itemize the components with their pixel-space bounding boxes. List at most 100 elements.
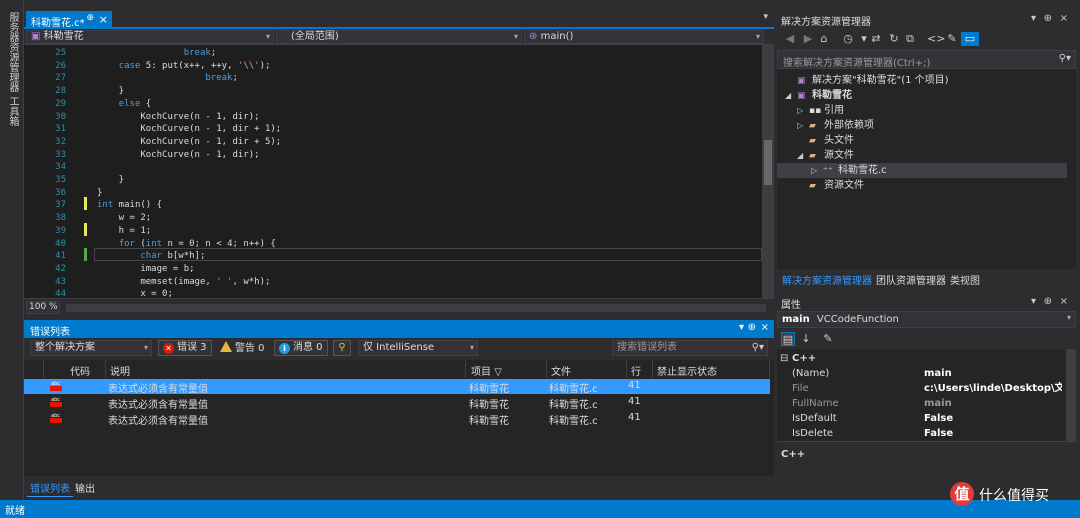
document-tab[interactable]: 科勒雪花.c* ⊕ × — [26, 11, 112, 29]
tree-node-source-files[interactable]: ◢ ▰ 源文件 — [797, 148, 854, 163]
property-row[interactable]: IsDefault False — [777, 411, 1067, 426]
column-header-file[interactable]: 文件 — [547, 360, 627, 378]
error-row[interactable]: abc 表达式必须含有常量值 科勒雪花 科勒雪花.c 41 — [24, 379, 770, 395]
search-icon[interactable]: ⚲▾ — [752, 341, 764, 355]
dropdown-icon[interactable]: ▾ — [739, 322, 744, 333]
collapsed-arrow-icon[interactable]: ▷ — [811, 163, 823, 178]
messages-filter-button[interactable]: i 消息 0 — [274, 340, 328, 356]
property-value[interactable]: False — [924, 426, 1062, 441]
solution-explorer-search[interactable]: 搜索解决方案资源管理器(Ctrl+;) ⚲▾ — [777, 50, 1076, 69]
error-search-input[interactable]: 搜索错误列表 ⚲▾ — [612, 340, 768, 356]
tree-node-references[interactable]: ▷ ▪▪ 引用 — [797, 103, 844, 118]
property-value[interactable]: c:\Users\linde\Desktop\文件 — [924, 381, 1062, 396]
code-line[interactable]: memset(image, ' ', w*h); — [97, 276, 270, 289]
tree-node-source-file[interactable]: ▷ ⁺⁺ 科勒雪花.c — [777, 163, 1067, 178]
collapse-all-icon[interactable]: ⧉ — [903, 32, 917, 46]
wrench-icon[interactable]: ✎ — [945, 32, 959, 46]
search-icon[interactable]: ⚲▾ — [1059, 53, 1071, 64]
property-row[interactable]: (Name) main — [777, 366, 1067, 381]
property-value[interactable]: False — [924, 411, 1062, 426]
tree-node-resource-files[interactable]: ▰ 资源文件 — [797, 178, 864, 193]
error-row[interactable]: abc 表达式必须含有常量值 科勒雪花 科勒雪花.c 41 — [24, 395, 770, 411]
pin-icon[interactable]: ⊕ — [748, 322, 756, 333]
collapse-icon[interactable]: ⊟ — [780, 351, 788, 366]
code-line[interactable]: break; — [97, 47, 217, 60]
scrollbar-thumb[interactable] — [764, 140, 772, 185]
build-source-dropdown[interactable]: 仅 IntelliSense ▾ — [358, 340, 478, 356]
close-icon[interactable]: × — [1060, 13, 1068, 24]
code-line[interactable]: case 5: put(x++, ++y, '\\'); — [97, 60, 271, 73]
sync-icon[interactable]: ⇄ — [869, 32, 883, 46]
back-icon[interactable]: ◀ — [783, 32, 797, 46]
code-line[interactable]: } — [97, 85, 124, 98]
code-line[interactable]: h = 1; — [97, 225, 152, 238]
errors-filter-button[interactable]: ✕ 错误 3 — [158, 340, 212, 356]
code-line[interactable]: KochCurve(n - 1, dir); — [97, 149, 259, 162]
refresh-icon[interactable]: ↻ — [887, 32, 901, 46]
zoom-level-dropdown[interactable]: 100 % — [26, 301, 60, 314]
toolbox-tab[interactable]: 工具箱 — [5, 96, 20, 126]
dropdown-icon[interactable]: ▾ — [1031, 13, 1036, 24]
collapsed-arrow-icon[interactable]: ▷ — [797, 118, 809, 133]
pin-icon[interactable]: ⊕ — [1044, 296, 1052, 307]
editor-vertical-scrollbar[interactable] — [762, 45, 774, 298]
properties-object-selector[interactable]: main VCCodeFunction ▾ — [777, 311, 1076, 328]
scope-filter-dropdown[interactable]: 整个解决方案 ▾ — [30, 340, 152, 356]
property-pages-icon[interactable]: ✎ — [821, 332, 835, 346]
code-line[interactable]: } — [97, 174, 124, 187]
properties-scrollbar[interactable] — [1066, 349, 1076, 441]
tab-output[interactable]: 输出 — [72, 479, 98, 496]
alphabetical-icon[interactable]: ↓ — [799, 332, 813, 346]
pin-icon[interactable]: ⊕ — [1044, 13, 1052, 24]
preview-icon[interactable]: ▭ — [961, 32, 979, 46]
property-category[interactable]: ⊟ C++ — [777, 351, 1067, 366]
property-value[interactable]: main — [924, 396, 1062, 411]
project-dropdown[interactable]: ▣ 科勒雪花 ▾ — [26, 30, 274, 44]
close-icon[interactable]: × — [99, 13, 108, 26]
dropdown-icon[interactable]: ▾ — [1031, 296, 1036, 307]
property-value[interactable]: main — [924, 366, 1062, 381]
tab-class-view[interactable]: 类视图 — [947, 271, 983, 288]
home-icon[interactable]: ⌂ — [817, 32, 831, 46]
pin-icon[interactable]: ⊕ — [86, 13, 94, 23]
close-icon[interactable]: × — [761, 322, 769, 333]
close-icon[interactable]: × — [1060, 296, 1068, 307]
code-line[interactable]: x = 0; — [97, 288, 173, 298]
tree-node-project[interactable]: ◢ ▣ 科勒雪花 — [785, 88, 852, 103]
expanded-arrow-icon[interactable]: ◢ — [785, 88, 797, 103]
code-line[interactable]: KochCurve(n - 1, dir); — [97, 111, 259, 124]
forward-icon[interactable]: ▶ — [801, 32, 815, 46]
scope-dropdown[interactable]: (全局范围) ▾ — [276, 30, 522, 44]
code-view-icon[interactable]: <> — [927, 32, 945, 46]
tab-dropdown-icon[interactable]: ▾ — [763, 12, 768, 22]
column-header-line[interactable]: 行 — [627, 360, 653, 378]
member-dropdown[interactable]: ⊛ main() ▾ — [524, 30, 764, 44]
code-line[interactable]: KochCurve(n - 1, dir + 5); — [97, 136, 281, 149]
code-line[interactable]: } — [97, 187, 102, 200]
code-line[interactable]: break; — [97, 72, 238, 85]
code-line[interactable]: w = 2; — [97, 212, 152, 225]
server-explorer-tab[interactable]: 服务器资源管理器 — [5, 12, 20, 92]
code-line[interactable]: image = b; — [97, 263, 194, 276]
categorized-icon[interactable]: ▤ — [781, 332, 795, 346]
code-line[interactable]: KochCurve(n - 1, dir + 1); — [97, 123, 281, 136]
tab-solution-explorer[interactable]: 解决方案资源管理器 — [779, 271, 875, 288]
column-header-project[interactable]: 项目 ▽ — [467, 360, 547, 378]
property-row[interactable]: File c:\Users\linde\Desktop\文件 — [777, 381, 1067, 396]
column-header-suppression[interactable]: 禁止显示状态 — [653, 360, 770, 378]
code-line[interactable]: int main() { — [97, 199, 162, 212]
tab-error-list[interactable]: 错误列表 — [27, 479, 73, 497]
editor-horizontal-scrollbar[interactable] — [66, 304, 766, 312]
tab-team-explorer[interactable]: 团队资源管理器 — [873, 271, 949, 288]
tree-node-external-dependencies[interactable]: ▷ ▰ 外部依赖项 — [797, 118, 874, 133]
history-icon[interactable]: ◷ — [841, 32, 855, 46]
code-editor[interactable]: 25 26 27 28 29 30 31 32 33 34 35 36 37 38 39 40 41 42 43 44… — [24, 45, 774, 298]
expanded-arrow-icon[interactable]: ◢ — [797, 148, 809, 163]
code-line[interactable]: else { — [97, 98, 152, 111]
warnings-filter-button[interactable]: 警告 0 — [215, 340, 270, 356]
column-header-description[interactable]: 说明 — [106, 360, 466, 378]
property-row[interactable]: FullName main — [777, 396, 1067, 411]
filter-icon[interactable]: ⚲ — [333, 340, 351, 356]
error-row[interactable]: abc 表达式必须含有常量值 科勒雪花 科勒雪花.c 41 — [24, 411, 770, 427]
tree-node-solution[interactable]: ▣ 解决方案"科勒雪花"(1 个项目) — [785, 73, 949, 88]
